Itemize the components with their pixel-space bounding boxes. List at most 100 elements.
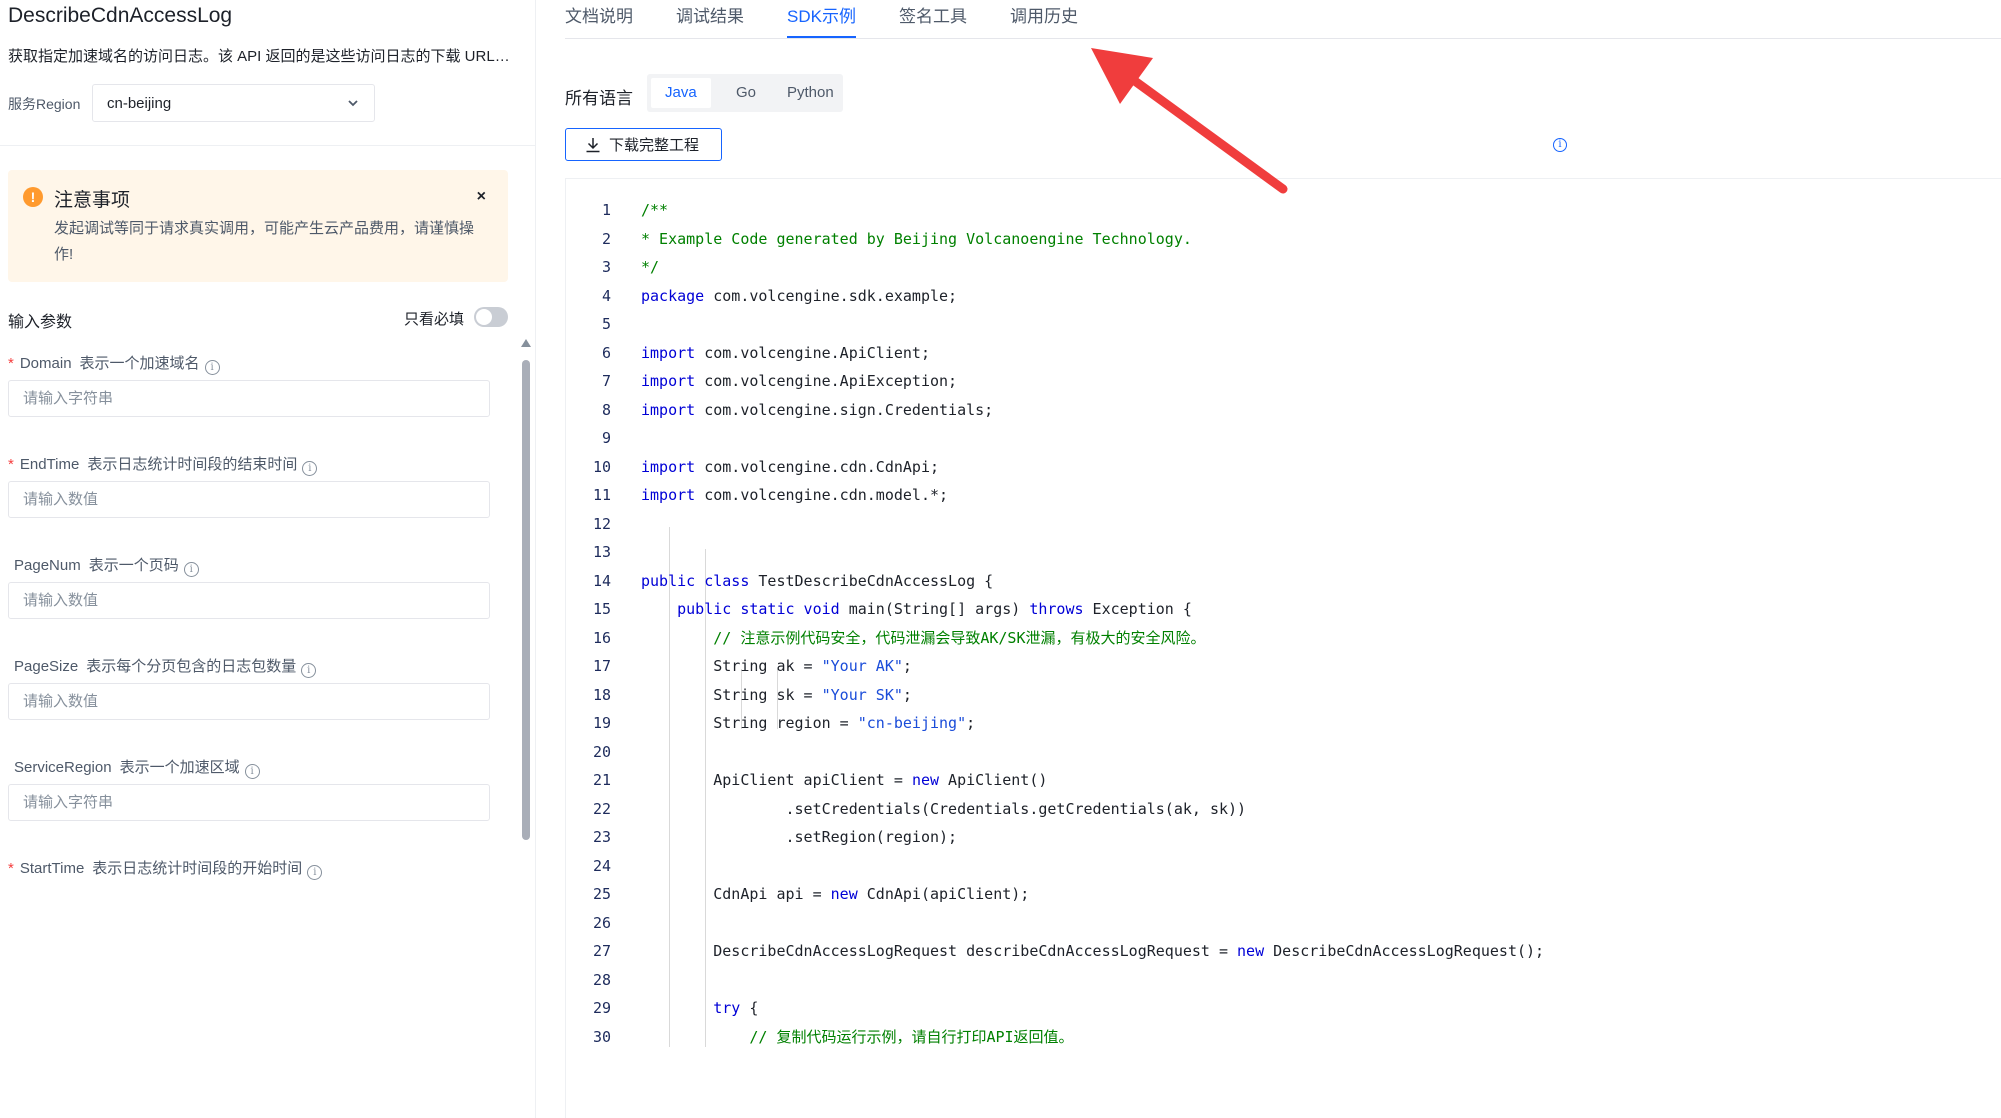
lang-go[interactable]: Go [722, 78, 770, 108]
line-number: 24 [592, 856, 611, 875]
region-select[interactable]: cn-beijing [92, 84, 375, 122]
param-label-pagesize: PageSize 表示每个分页包含的日志包数量 i [8, 655, 317, 678]
debug-panel: DescribeCdnAccessLog 获取指定加速域名的访问日志。该 API… [0, 0, 536, 1118]
line-number: 30 [592, 1027, 611, 1046]
tab-sdk-example[interactable]: SDK示例 [787, 0, 856, 40]
pagenum-input[interactable] [8, 582, 490, 619]
warning-icon: ! [23, 187, 43, 207]
line-number: 13 [592, 543, 611, 561]
sdk-panel: 文档说明 调试结果 SDK示例 签名工具 调用历史 所有语言 Java Go P… [537, 0, 2001, 1118]
param-name: StartTime [19, 860, 85, 877]
info-icon[interactable]: i [301, 663, 317, 678]
notice-title: 注意事项 [54, 190, 131, 211]
params-title: 输入参数 [8, 314, 73, 331]
code-text: ApiClient apiClient = new ApiClient() [641, 771, 1048, 789]
tab-bar: 文档说明 调试结果 SDK示例 签名工具 调用历史 [565, 0, 1121, 40]
region-label: 服务Region [8, 96, 81, 112]
param-label-endtime: * EndTime 表示日志统计时间段的结束时间 i [8, 453, 318, 476]
code-text: * Example Code generated by Beijing Volc… [641, 229, 1192, 248]
notice-body: 发起调试等同于请求真实调用，可能产生云产品费用，请谨慎操作! [54, 220, 475, 263]
param-name: PageNum [14, 557, 81, 574]
line-number: 7 [601, 372, 611, 390]
serviceregion-input[interactable] [8, 784, 490, 821]
param-desc: 表示日志统计时间段的结束时间 [87, 456, 298, 473]
notice-box: ! 注意事项 × 发起调试等同于请求真实调用，可能产生云产品费用，请谨慎操作! [8, 170, 508, 282]
line-number: 12 [592, 514, 611, 533]
lang-python[interactable]: Python [773, 78, 848, 108]
param-desc: 表示每个分页包含的日志包数量 [86, 658, 297, 675]
api-description: 获取指定加速域名的访问日志。该 API 返回的是这些访问日志的下载 URL。火.… [8, 48, 513, 65]
line-number: 1 [601, 201, 611, 219]
language-selector: Java Go Python [647, 74, 843, 112]
lang-java[interactable]: Java [651, 78, 711, 108]
tab-docs[interactable]: 文档说明 [565, 0, 633, 40]
line-number: 28 [592, 970, 611, 989]
param-name: PageSize [14, 658, 79, 675]
domain-input[interactable] [8, 380, 490, 417]
download-project-button[interactable]: 下载完整工程 [565, 128, 722, 161]
required-mark: * [8, 456, 14, 473]
info-icon[interactable]: i [307, 865, 323, 880]
code-text: /** [641, 201, 669, 219]
line-number: 6 [601, 343, 611, 362]
code-text: import com.volcengine.cdn.model.*; [641, 486, 949, 504]
param-desc: 表示日志统计时间段的开始时间 [92, 860, 303, 877]
required-mark: * [8, 860, 14, 877]
info-icon[interactable]: i [204, 360, 220, 375]
line-number: 18 [592, 685, 611, 704]
required-only-label: 只看必填 [404, 311, 465, 328]
info-icon[interactable]: i [183, 562, 199, 577]
param-desc: 表示一个页码 [88, 557, 179, 574]
line-number: 11 [592, 486, 611, 504]
info-icon[interactable]: i [1553, 138, 1567, 152]
code-text: try { [713, 999, 759, 1017]
required-mark: * [8, 355, 14, 372]
code-text: import com.volcengine.ApiClient; [641, 343, 930, 362]
param-name: Domain [19, 355, 72, 372]
divider [0, 145, 535, 146]
code-text: import com.volcengine.ApiException; [641, 372, 958, 390]
download-icon [586, 137, 600, 152]
param-desc: 表示一个加速域名 [79, 355, 200, 372]
endtime-input[interactable] [8, 481, 490, 518]
param-label-starttime: * StartTime 表示日志统计时间段的开始时间 i [8, 857, 323, 880]
code-text: import com.volcengine.sign.Credentials; [641, 400, 994, 419]
line-number: 15 [592, 600, 611, 618]
line-number: 29 [592, 999, 611, 1017]
api-title: DescribeCdnAccessLog [8, 4, 233, 27]
param-label-serviceregion: ServiceRegion 表示一个加速区域 i [8, 756, 260, 779]
scroll-up-arrow[interactable] [521, 339, 531, 347]
code-text: import com.volcengine.cdn.CdnApi; [641, 457, 940, 476]
line-number: 17 [592, 657, 611, 675]
tab-signature-tool[interactable]: 签名工具 [899, 0, 967, 40]
chevron-down-icon [348, 100, 358, 107]
code-text: .setCredentials(Credentials.getCredentia… [641, 799, 1247, 818]
code-text: DescribeCdnAccessLogRequest describeCdnA… [641, 942, 1545, 960]
pagesize-input[interactable] [8, 683, 490, 720]
line-number: 9 [601, 429, 611, 447]
line-number: 16 [592, 628, 611, 647]
tab-debug-result[interactable]: 调试结果 [676, 0, 744, 40]
line-number: 19 [592, 714, 611, 732]
line-number: 8 [601, 400, 611, 419]
code-text: CdnApi api = new CdnApi(apiClient); [641, 885, 1030, 903]
tab-divider [565, 38, 2001, 39]
param-label-domain: * Domain 表示一个加速域名 i [8, 352, 220, 375]
info-icon[interactable]: i [302, 461, 318, 476]
line-number: 23 [592, 828, 611, 846]
tab-call-history[interactable]: 调用历史 [1010, 0, 1078, 40]
scrollbar-thumb[interactable] [522, 360, 530, 840]
line-number: 22 [592, 799, 611, 818]
close-icon[interactable]: × [477, 188, 486, 206]
info-icon[interactable]: i [244, 764, 260, 779]
region-value: cn-beijing [107, 94, 172, 112]
code-text: String sk = "Your SK"; [641, 685, 912, 704]
line-number: 5 [601, 315, 611, 333]
required-only-toggle[interactable] [474, 307, 508, 327]
code-text: public class TestDescribeCdnAccessLog { [641, 571, 994, 590]
code-text: // 注意示例代码安全，代码泄漏会导致AK/SK泄漏，有极大的安全风险。 [713, 628, 1206, 647]
line-number: 3 [601, 258, 611, 276]
code-text: public static void main(String[] args) t… [677, 600, 1192, 618]
code-text: // 复制代码运行示例，请自行打印API返回值。 [749, 1027, 1074, 1046]
param-label-pagenum: PageNum 表示一个页码 i [8, 554, 199, 577]
